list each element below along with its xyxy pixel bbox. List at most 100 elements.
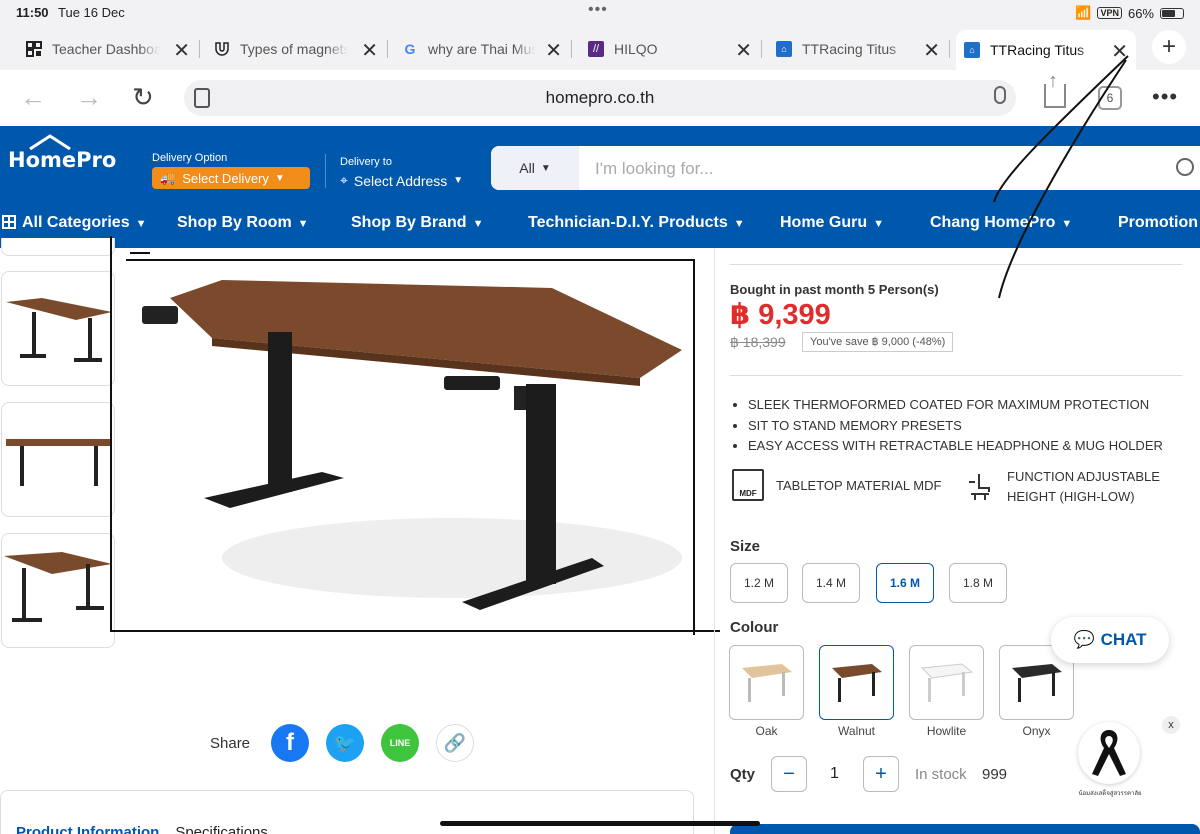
colour-option-howlite[interactable] [909,645,984,720]
divider [730,264,1182,265]
facebook-icon[interactable]: f [271,724,310,762]
qty-increase-button[interactable]: + [863,756,899,792]
search-input[interactable]: I'm looking for... [595,159,714,179]
divider [730,375,1182,376]
close-tab-icon[interactable]: ✕ [545,38,562,63]
delivery-to-label: Delivery to [340,156,392,168]
nav-shop-by-brand[interactable]: Shop By Brand ▼ [351,214,483,232]
close-tab-icon[interactable]: ✕ [361,38,378,63]
colour-option-walnut[interactable] [819,645,894,720]
product-thumbnail[interactable] [1,271,115,386]
browser-tab-active[interactable]: ⌂ TTRacing Titus ✕ [956,30,1136,70]
tab-count-button[interactable]: 6 [1098,86,1122,110]
twitter-icon[interactable]: 🐦 [326,724,365,762]
chat-button[interactable]: 💬 CHAT [1051,617,1169,663]
colour-name: Walnut [838,724,875,738]
close-tab-icon[interactable]: ✕ [735,38,752,63]
colour-option-oak[interactable] [729,645,804,720]
browser-tab-title: why are Thai Muslims [428,41,536,57]
product-thumbnail[interactable] [1,238,115,256]
address-bar: ← → ↻ homepro.co.th 6 ••• [0,70,1200,126]
bought-count: Bought in past month 5 Person(s) [730,282,939,297]
share-row: Share f 🐦 LINE 🔗 [210,724,475,762]
nav-chang-homepro[interactable]: Chang HomePro ▼ [930,214,1072,232]
feature-list: SLEEK THERMOFORMED COATED FOR MAXIMUM PR… [748,395,1163,457]
browser-tab-title: Teacher Dashboard [52,41,160,57]
close-tab-icon[interactable]: ✕ [173,38,190,63]
close-tab-icon[interactable]: ✕ [923,38,940,63]
browser-tab[interactable]: G why are Thai Muslims ✕ [394,32,572,66]
nav-all-categories[interactable]: All Categories ▼ [2,214,146,232]
vpn-badge: VPN [1097,7,1122,19]
tab-specifications[interactable]: Specifications [175,824,268,834]
link-icon[interactable]: 🔗 [436,724,475,762]
home-indicator[interactable] [440,821,760,826]
url-text: homepro.co.th [545,88,655,107]
product-thumbnail[interactable] [1,402,115,517]
colour-label: Colour [730,619,779,636]
size-option-selected[interactable]: 1.6 M [876,563,934,603]
microphone-icon[interactable] [994,86,1006,104]
nav-home-guru[interactable]: Home Guru ▼ [780,214,884,232]
search-scope-select[interactable]: All ▼ [491,146,579,190]
divider [714,248,715,834]
size-option[interactable]: 1.8 M [949,563,1007,603]
url-field[interactable]: homepro.co.th [184,80,1016,116]
mourning-ribbon-badge[interactable] [1078,722,1140,784]
browser-tab-title: HILQO [614,41,658,57]
browser-tab[interactable]: Teacher Dashboard ✕ [18,32,200,66]
size-option[interactable]: 1.4 M [802,563,860,603]
browser-tab[interactable]: // HILQO ✕ [580,32,762,66]
line-icon[interactable]: LINE [381,724,420,762]
homepro-logo[interactable]: HomePro [8,134,116,172]
nav-label: Chang HomePro [930,214,1056,231]
close-tab-icon[interactable]: ✕ [1111,39,1128,64]
product-thumbnail[interactable] [1,533,115,648]
nav-technician-diy[interactable]: Technician-D.I.Y. Products ▼ [528,214,745,232]
qr-icon [26,41,42,57]
hilqo-icon: // [588,41,604,57]
size-label: Size [730,538,761,555]
close-icon[interactable]: x [1162,716,1180,734]
category-nav: All Categories ▼ Shop By Room ▼ Shop By Br… [0,192,1200,248]
nav-label: Technician-D.I.Y. Products [528,214,728,231]
chat-label: CHAT [1100,630,1147,649]
nav-label: All Categories [22,214,130,231]
battery-percent: 66% [1127,5,1154,21]
browser-tab[interactable]: ⌂ TTRacing Titus ✕ [768,32,950,66]
multitasking-dots-icon[interactable]: ••• [588,1,608,19]
select-delivery-button[interactable]: 🚚 Select Delivery ▼ [152,167,310,189]
forward-arrow-icon[interactable]: → [76,82,102,113]
product-info-tabs: Product Information Specifications [16,824,268,834]
attr-function-line: FUNCTION ADJUSTABLE [1007,469,1160,484]
size-option[interactable]: 1.2 M [730,563,788,603]
back-arrow-icon[interactable]: ← [20,82,46,113]
nav-shop-by-room[interactable]: Shop By Room ▼ [177,214,309,232]
desk-thumbnail-image [6,298,112,362]
nav-promotion[interactable]: Promotion [1118,214,1198,232]
attr-function-line: HEIGHT (HIGH-LOW) [1007,489,1135,504]
browser-tab-title: TTRacing Titus [802,41,897,57]
add-to-cart-button[interactable] [730,824,1200,834]
browser-tab[interactable]: Types of magnets ✕ [206,32,388,66]
colour-name: Howlite [926,724,967,738]
feature-item: SLEEK THERMOFORMED COATED FOR MAXIMUM PR… [748,395,1163,416]
search-bar: All ▼ I'm looking for... [491,146,1200,190]
new-tab-button[interactable]: + [1152,30,1186,64]
tab-product-information[interactable]: Product Information [16,824,159,834]
search-icon[interactable] [1176,158,1194,176]
more-menu-icon[interactable]: ••• [1152,84,1178,110]
select-address-button[interactable]: ⌖ Select Address ▼ [340,172,463,189]
search-scope-label: All [519,160,535,176]
battery-icon [1160,7,1184,19]
reload-icon[interactable]: ↻ [132,82,154,113]
qty-decrease-button[interactable]: − [771,756,807,792]
colour-name: Oak [755,724,778,738]
product-main-image[interactable] [112,258,694,633]
share-icon[interactable] [1044,70,1066,108]
roof-icon [29,134,71,150]
browser-tab-title: TTRacing Titus [990,42,1085,58]
chevron-down-icon: ▼ [733,218,745,230]
qty-value[interactable]: 1 [830,765,839,783]
feature-item: SIT TO STAND MEMORY PRESETS [748,416,1163,437]
